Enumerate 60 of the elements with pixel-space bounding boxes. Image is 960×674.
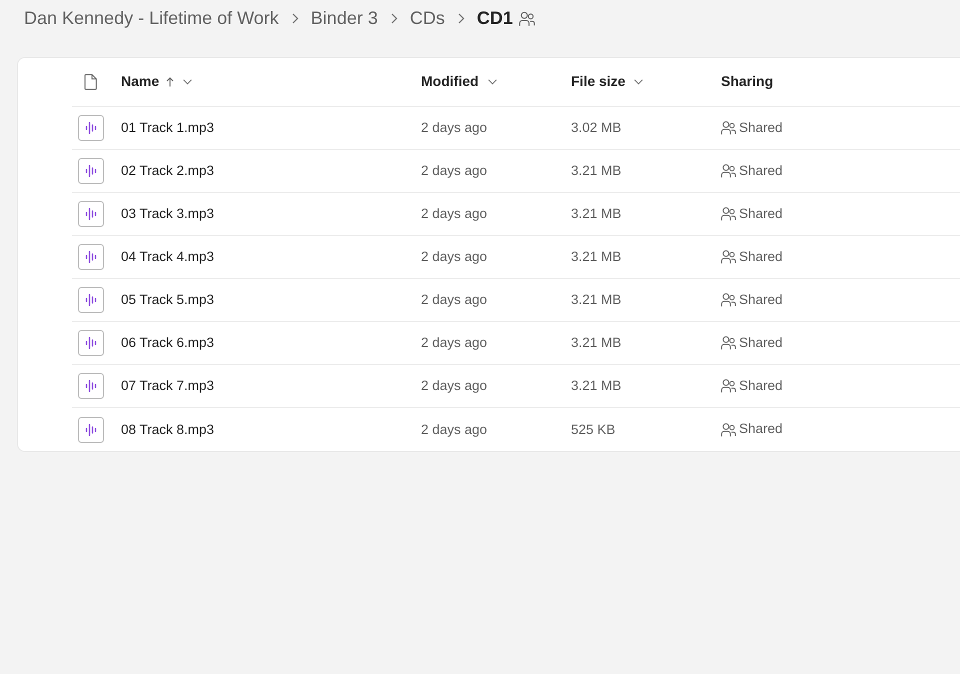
file-size: 3.21 MB (571, 378, 622, 393)
people-icon (721, 207, 736, 221)
sharing-status: Shared (739, 420, 783, 438)
breadcrumb-link[interactable]: Binder 3 (310, 5, 378, 31)
column-header[interactable]: Name (121, 71, 192, 92)
column-header[interactable]: Sharing (721, 71, 774, 92)
chevron-right-icon (390, 13, 398, 24)
file-name-link[interactable]: 05 Track 5.mp3 (121, 292, 214, 307)
audio-file-icon (78, 244, 104, 270)
file-size: 3.21 MB (571, 206, 622, 221)
modified-date: 2 days ago (421, 422, 488, 436)
file-name-link[interactable]: 07 Track 7.mp3 (121, 378, 214, 393)
people-icon (721, 164, 736, 178)
file-name-link[interactable]: 02 Track 2.mp3 (121, 163, 214, 178)
people-icon (721, 422, 736, 436)
file-size: 3.21 MB (571, 292, 622, 307)
audio-file-icon (78, 158, 104, 184)
file-type-icon (84, 74, 97, 90)
modified-date: 2 days ago (421, 378, 488, 393)
audio-file-icon (78, 330, 104, 356)
audio-file-icon (78, 115, 104, 141)
people-icon (721, 293, 736, 307)
sharing-status: Shared (739, 290, 783, 309)
people-icon (721, 336, 736, 350)
sharing-status: Shared (739, 376, 783, 395)
people-icon (721, 250, 736, 264)
sharing-status: Shared (739, 118, 783, 137)
sharing-status: Shared (739, 162, 783, 180)
modified-date: 2 days ago (421, 163, 488, 178)
audio-file-icon (78, 416, 104, 442)
modified-date: 2 days ago (421, 249, 488, 264)
file-size: 3.21 MB (571, 335, 622, 350)
column-header[interactable]: Modified (421, 71, 497, 92)
sharing-status: Shared (739, 248, 783, 266)
file-name-link[interactable]: 06 Track 6.mp3 (121, 335, 214, 350)
file-size: 3.21 MB (571, 163, 622, 178)
file-name-link[interactable]: 03 Track 3.mp3 (121, 206, 214, 221)
file-name-link[interactable]: 01 Track 1.mp3 (121, 120, 214, 135)
modified-date: 2 days ago (421, 335, 488, 350)
file-size: 3.21 MB (571, 249, 622, 264)
chevron-right-icon (292, 13, 299, 24)
breadcrumb-link[interactable]: CDs (410, 5, 445, 31)
breadcrumb-link[interactable]: Dan Kennedy - Lifetime of Work (24, 5, 279, 31)
people-icon (721, 121, 736, 135)
chevron-right-icon (458, 13, 465, 24)
modified-date: 2 days ago (421, 292, 488, 307)
audio-file-icon (78, 201, 104, 227)
file-size: 3.02 MB (571, 120, 622, 135)
audio-file-icon (78, 373, 104, 399)
audio-file-icon (78, 287, 104, 313)
file-name-link[interactable]: 04 Track 4.mp3 (121, 249, 214, 264)
sharing-status: Shared (739, 204, 783, 223)
current-folder[interactable]: CD1 (476, 5, 513, 31)
modified-date: 2 days ago (421, 206, 488, 221)
file-size: 525 KB (571, 422, 616, 436)
modified-date: 2 days ago (421, 120, 488, 135)
people-icon (721, 379, 736, 393)
sharing-status: Shared (739, 334, 783, 352)
column-header[interactable]: File size (571, 71, 644, 92)
file-name-link[interactable]: 08 Track 8.mp3 (121, 422, 214, 436)
